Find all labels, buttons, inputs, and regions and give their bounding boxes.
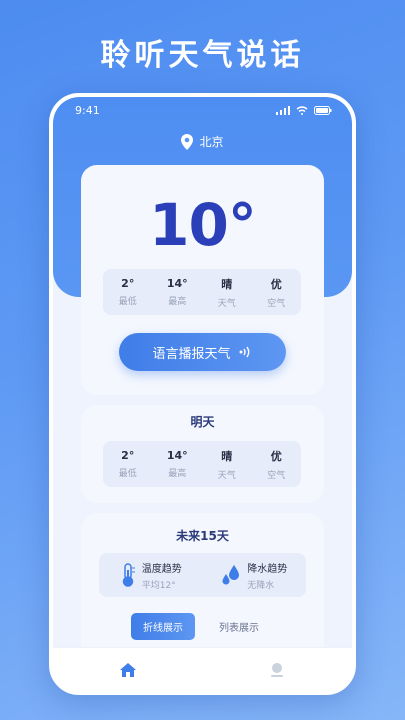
stat-label: 最高: [168, 469, 187, 479]
tab-home[interactable]: [108, 662, 148, 678]
rain-trend-title: 降水趋势: [247, 563, 288, 575]
stat-value: 14°: [166, 449, 188, 462]
user-icon: [271, 662, 284, 677]
location-pin-icon: [181, 133, 194, 150]
tomorrow-title: 明天: [190, 415, 215, 429]
tomorrow-card: 明天 2° 最低 14° 最高 晴 天气 优 空气: [81, 405, 324, 503]
temperature-trend-title: 温度趋势: [141, 563, 182, 575]
today-stats: 2° 最低 14° 最高 晴 天气 优 空气: [103, 269, 301, 315]
stat-value: 晴: [221, 277, 233, 291]
forecast-title: 未来15天: [176, 529, 229, 543]
battery-icon: [314, 105, 332, 115]
tab-line-view[interactable]: 折线展示: [131, 613, 195, 640]
trend-box: 温度趋势 平均12° 降水趋势 无降水: [99, 553, 306, 597]
stat-high: 14° 最高: [153, 441, 203, 487]
temperature-trend-sub: 平均12°: [141, 580, 176, 591]
temperature-trend[interactable]: 温度趋势 平均12°: [99, 553, 203, 597]
stat-high: 14° 最高: [153, 269, 203, 315]
status-time: 9:41: [75, 103, 100, 117]
home-icon: [119, 662, 136, 677]
stat-value: 2°: [121, 449, 135, 462]
stat-label: 天气: [217, 298, 236, 309]
stat-weather: 晴 天气: [202, 269, 252, 315]
thermometer-icon: [122, 563, 135, 587]
voice-broadcast-label: 语言播报天气: [152, 346, 231, 362]
wifi-icon: [296, 105, 308, 115]
phone-frame: 9:41 北京 10° 2° 最低 14° 最高 晴 天气 优 空气 语言播报天…: [49, 93, 356, 695]
tab-profile[interactable]: [257, 662, 297, 678]
status-icons: [276, 105, 332, 115]
rain-trend-sub: 无降水: [247, 580, 275, 591]
signal-icon: [276, 105, 290, 115]
location-city: 北京: [199, 135, 224, 149]
temperature-trend-text: 温度趋势 平均12°: [142, 560, 182, 591]
stat-label: 天气: [217, 470, 236, 481]
location[interactable]: 北京: [53, 133, 352, 150]
stat-low: 2° 最低: [103, 269, 153, 315]
tomorrow-stats: 2° 最低 14° 最高 晴 天气 优 空气: [103, 441, 301, 487]
today-card: 10° 2° 最低 14° 最高 晴 天气 优 空气 语言播报天气: [81, 165, 324, 395]
status-bar: 9:41: [53, 97, 352, 123]
stat-air: 优 空气: [252, 441, 302, 487]
stat-value: 优: [270, 277, 282, 291]
stat-label: 最低: [118, 469, 137, 479]
stat-value: 2°: [121, 277, 135, 290]
stat-label: 空气: [267, 470, 286, 481]
stat-weather: 晴 天气: [202, 441, 252, 487]
stat-value: 晴: [221, 449, 233, 463]
stat-label: 空气: [267, 298, 286, 309]
current-temperature: 10°: [149, 191, 257, 259]
bottom-tab-bar: [53, 647, 352, 691]
promo-title: 聆听天气说话: [100, 38, 305, 73]
stat-label: 最低: [118, 297, 137, 307]
stat-air: 优 空气: [252, 269, 302, 315]
stat-label: 最高: [168, 297, 187, 307]
sound-wave-icon: [239, 346, 249, 358]
voice-broadcast-button[interactable]: 语言播报天气: [119, 333, 286, 371]
rain-trend-text: 降水趋势 无降水: [247, 560, 287, 591]
raindrops-icon: [222, 565, 240, 585]
stat-low: 2° 最低: [103, 441, 153, 487]
forecast-view-tabs: 折线展示 列表展示: [131, 613, 271, 640]
stat-value: 14°: [166, 277, 188, 290]
rain-trend[interactable]: 降水趋势 无降水: [203, 553, 307, 597]
app-screen: 9:41 北京 10° 2° 最低 14° 最高 晴 天气 优 空气 语言播报天…: [53, 97, 352, 691]
stat-value: 优: [270, 449, 282, 463]
tab-list-view[interactable]: 列表展示: [207, 613, 271, 640]
